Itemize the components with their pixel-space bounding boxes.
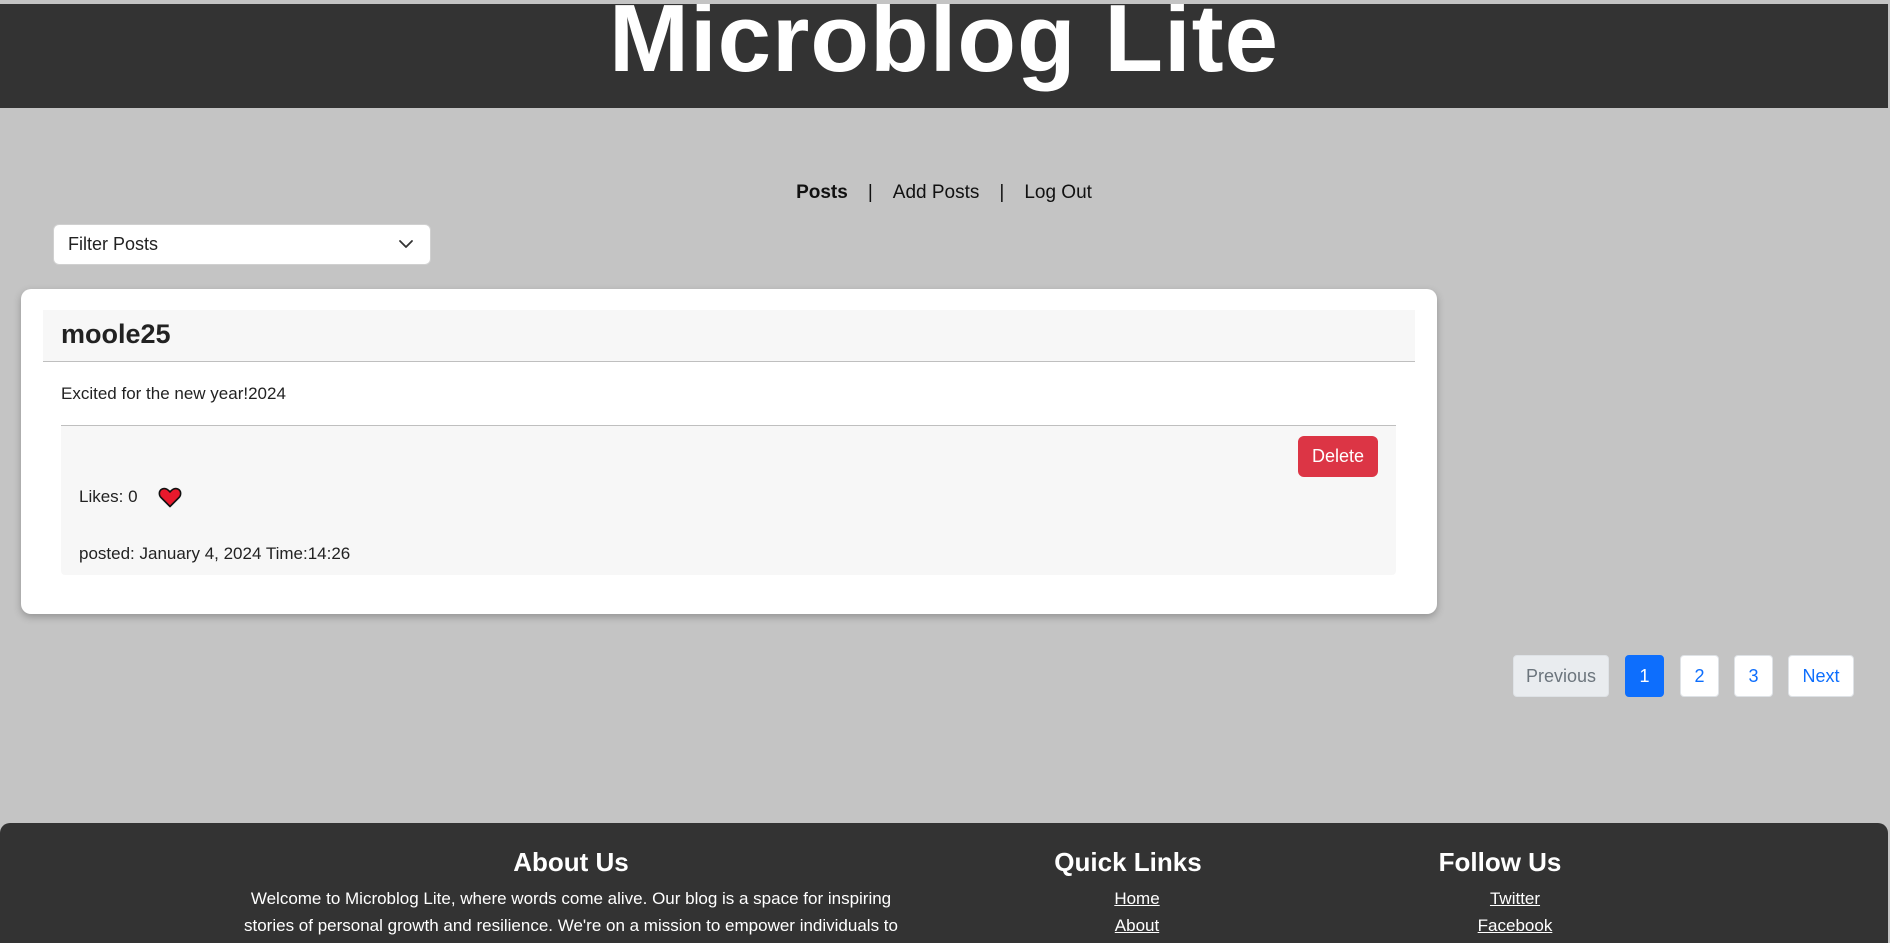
likes-row: Likes: 0 [79, 486, 182, 508]
heart-shape [158, 487, 182, 508]
footer-link-home[interactable]: Home [1046, 885, 1228, 912]
footer-link-twitter[interactable]: Twitter [1430, 885, 1600, 912]
post-text: Excited for the new year!2024 [61, 384, 286, 403]
pagination-page-2[interactable]: 2 [1680, 655, 1719, 697]
nav-separator: | [999, 182, 1005, 203]
delete-button[interactable]: Delete [1298, 436, 1378, 477]
site-title: Microblog Lite [609, 4, 1279, 92]
main-nav: Posts | Add Posts | Log Out [0, 178, 1888, 208]
footer-quick-links: Quick Links Home About [1028, 845, 1228, 939]
footer-about: About Us Welcome to Microblog Lite, wher… [214, 845, 928, 939]
post-username: moole25 [61, 319, 171, 349]
footer-link-about[interactable]: About [1046, 912, 1228, 939]
likes-count: Likes: 0 [79, 487, 138, 506]
filter-posts-select[interactable]: Filter Posts [53, 224, 431, 265]
chevron-down-icon [399, 240, 413, 248]
nav-link-posts[interactable]: Posts [796, 182, 848, 204]
heart-icon[interactable] [158, 486, 182, 508]
nav-separator: | [867, 182, 873, 203]
post-footer: Delete Likes: 0 posted: January 4, 2024 … [61, 425, 1396, 575]
filter-posts-value: Filter Posts [68, 234, 159, 254]
footer-about-heading: About Us [513, 847, 629, 877]
nav-link-log-out[interactable]: Log Out [1024, 182, 1092, 204]
pagination-next[interactable]: Next [1788, 655, 1854, 697]
site-footer: About Us Welcome to Microblog Lite, wher… [0, 823, 1888, 943]
footer-link-facebook[interactable]: Facebook [1430, 912, 1600, 939]
pagination-page-1[interactable]: 1 [1625, 655, 1664, 697]
footer-quick-links-list: Home About [1028, 885, 1228, 939]
footer-about-line: stories of personal growth and resilienc… [244, 916, 898, 935]
footer-quick-links-heading: Quick Links [1054, 847, 1202, 877]
nav-link-add-posts[interactable]: Add Posts [893, 182, 980, 204]
pagination-page-3[interactable]: 3 [1734, 655, 1773, 697]
post-header: moole25 [43, 310, 1415, 362]
footer-about-line: Welcome to Microblog Lite, where words c… [250, 889, 892, 908]
footer-about-text: Welcome to Microblog Lite, where words c… [214, 885, 928, 939]
footer-follow-list: Twitter Facebook [1400, 885, 1600, 939]
site-header: Microblog Lite [0, 4, 1888, 108]
posted-timestamp: posted: January 4, 2024 Time:14:26 [79, 544, 351, 563]
footer-follow: Follow Us Twitter Facebook [1400, 845, 1600, 939]
footer-follow-heading: Follow Us [1438, 847, 1562, 877]
post-card: moole25 Excited for the new year!2024 De… [21, 289, 1437, 614]
pagination-previous[interactable]: Previous [1513, 655, 1609, 697]
